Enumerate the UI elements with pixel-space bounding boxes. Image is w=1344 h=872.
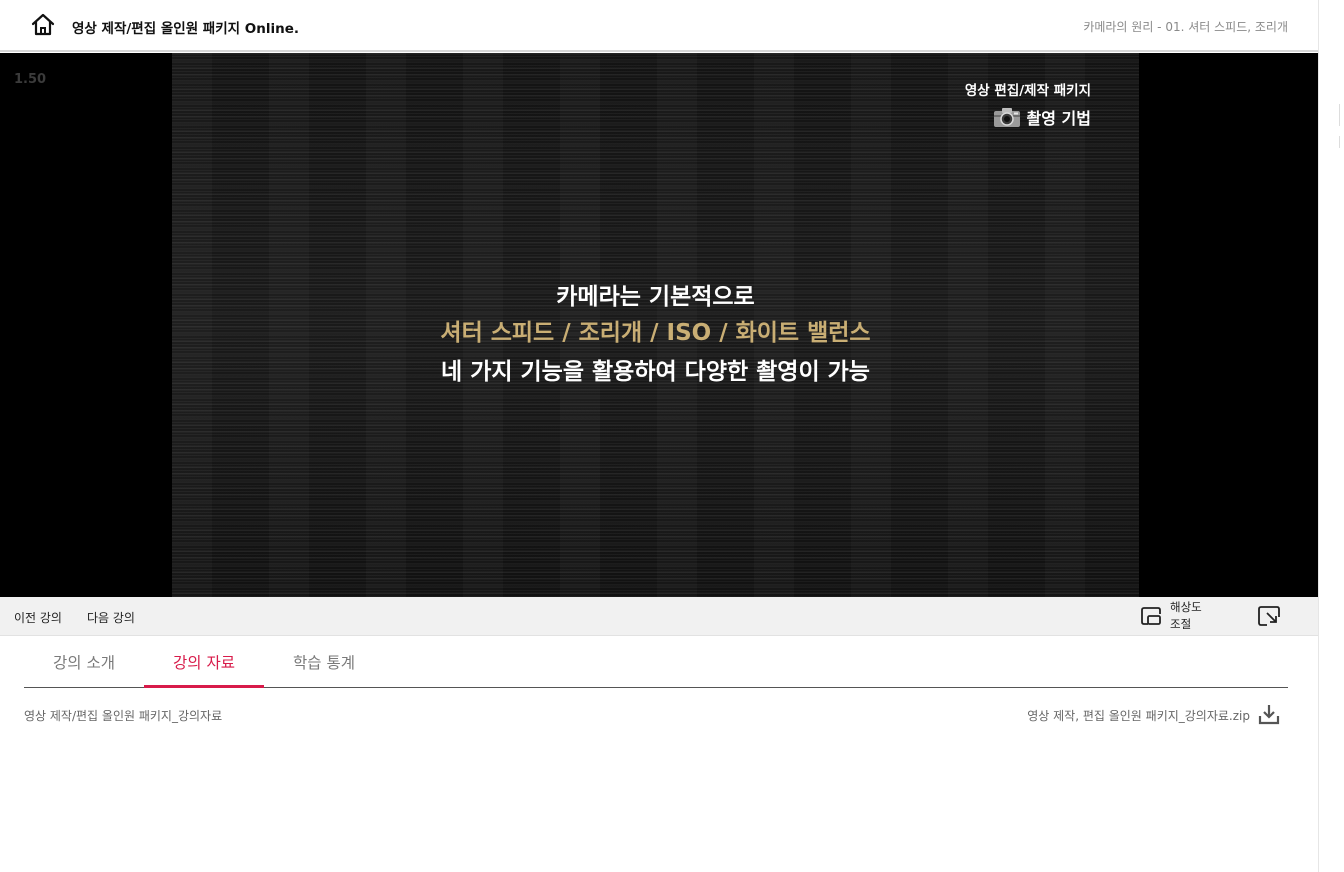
camera-icon <box>993 106 1021 128</box>
caption-line-1: 카메라는 기본적으로 <box>556 284 755 310</box>
tab-course-intro[interactable]: 강의 소개 <box>24 636 144 688</box>
material-title: 영상 제작/편집 올인원 패키지_강의자료 <box>24 709 223 723</box>
picture-in-picture-icon <box>1140 606 1162 626</box>
page-scrollbar[interactable] <box>1318 0 1344 872</box>
lesson-tabs: 강의 소개 강의 자료 학습 통계 <box>24 636 1288 688</box>
top-header: 영상 제작/편집 올인원 패키지 Online. 카메라의 원리 - 01. 셔… <box>0 0 1318 52</box>
popout-icon[interactable] <box>1257 605 1281 627</box>
video-frame[interactable]: 영상 편집/제작 패키지 촬영 기법 카메라는 기본적으로 셔터 스피드 / 조… <box>172 53 1139 597</box>
tab-learning-stats[interactable]: 학습 통계 <box>264 636 384 688</box>
playback-speed[interactable]: 1.50 <box>14 72 46 87</box>
brand-subtitle-row: 촬영 기법 <box>965 105 1091 129</box>
lesson-breadcrumb: 카메라의 원리 - 01. 셔터 스피드, 조리개 <box>1083 20 1288 34</box>
brand-title: 영상 편집/제작 패키지 <box>964 83 1091 99</box>
tab-course-materials[interactable]: 강의 자료 <box>144 636 264 688</box>
scrollbar-track-mark <box>1339 136 1344 148</box>
app-root: 영상 제작/편집 올인원 패키지 Online. 카메라의 원리 - 01. 셔… <box>0 0 1344 872</box>
material-file-link[interactable]: 영상 제작, 편집 올인원 패키지_강의자료.zip <box>1027 707 1250 724</box>
resolution-button[interactable]: 해상도 조절 <box>1140 599 1210 633</box>
brand-subtitle: 촬영 기법 <box>1026 109 1091 128</box>
resolution-label-line-2: 조절 <box>1170 617 1192 631</box>
resolution-label: 해상도 조절 <box>1170 599 1210 633</box>
video-player[interactable]: 1.50 영상 편집/제작 패키지 촬영 기법 카메라는 기본적으로 셔터 스피… <box>0 53 1318 597</box>
player-control-bar: 이전 강의 다음 강의 해상도 조절 <box>0 597 1318 636</box>
download-icon[interactable] <box>1258 703 1280 725</box>
home-icon[interactable] <box>30 12 56 38</box>
material-row: 영상 제작/편집 올인원 패키지_강의자료 영상 제작, 편집 올인원 패키지_… <box>24 700 1288 730</box>
prev-lesson-button[interactable]: 이전 강의 <box>14 609 62 626</box>
video-brand-overlay: 영상 편집/제작 패키지 촬영 기법 <box>965 79 1091 129</box>
resolution-label-line-1: 해상도 <box>1170 600 1202 614</box>
scrollbar-thumb[interactable] <box>1339 104 1344 126</box>
next-lesson-button[interactable]: 다음 강의 <box>87 609 135 626</box>
caption-line-2: 셔터 스피드 / 조리개 / ISO / 화이트 밸런스 <box>440 320 871 346</box>
caption-line-3: 네 가지 기능을 활용하여 다양한 촬영이 가능 <box>441 359 870 385</box>
course-title: 영상 제작/편집 올인원 패키지 Online. <box>72 21 300 37</box>
